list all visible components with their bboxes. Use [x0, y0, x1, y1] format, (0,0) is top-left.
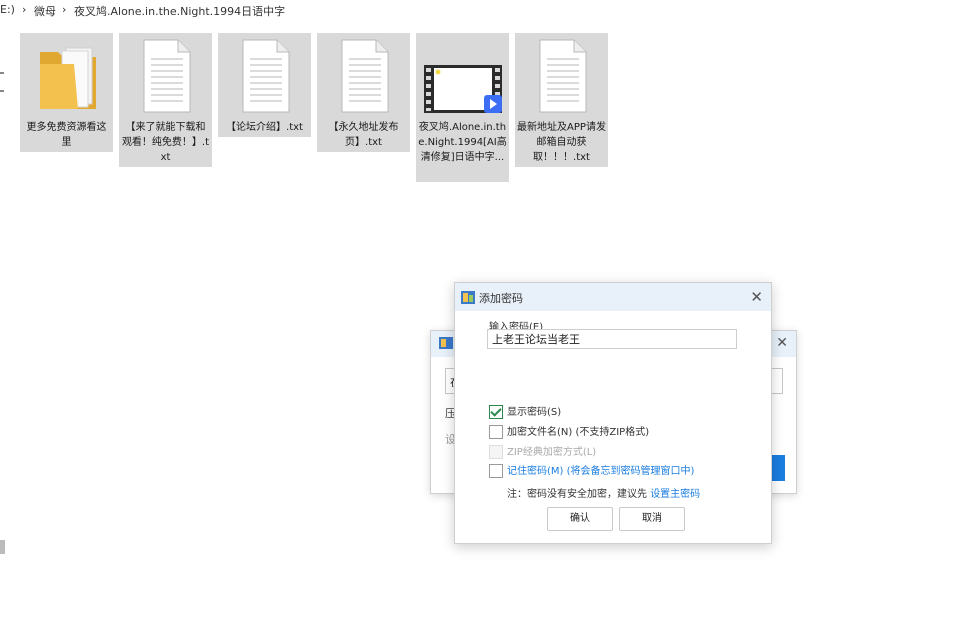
- checkbox-label: 加密文件名(N) (不支持ZIP格式): [507, 427, 650, 438]
- file-label: 【论坛介绍】.txt: [226, 122, 303, 133]
- file-item-txt[interactable]: 【来了就能下载和观看！纯免费！】.txt: [119, 33, 212, 167]
- remember-password-checkbox[interactable]: 记住密码(M) (将会备忘到密码管理窗口中): [489, 462, 694, 478]
- archive-app-icon: [461, 291, 475, 304]
- add-password-dialog: 添加密码 ✕ 输入密码(E) 上老王论坛当老王 显示密码(S) 加密文件名(N)…: [454, 282, 772, 544]
- file-item-txt[interactable]: 最新地址及APP请发邮箱自动获取！！！.txt: [515, 33, 608, 167]
- file-label: 【来了就能下载和观看！纯免费！】.txt: [121, 122, 210, 163]
- breadcrumb: E:) › 微母 › 夜叉鸠.Alone.in.the.Night.1994日语…: [0, 0, 960, 20]
- checkbox-disabled: [489, 445, 503, 459]
- file-item-txt[interactable]: 【论坛介绍】.txt: [218, 33, 311, 137]
- file-item-txt[interactable]: 【永久地址发布页】.txt: [317, 33, 410, 152]
- breadcrumb-separator: ›: [22, 3, 27, 16]
- checkbox-label: ZIP经典加密方式(L): [507, 447, 597, 458]
- start-button[interactable]: [771, 455, 785, 481]
- text-document-icon: [539, 39, 587, 113]
- archive-app-icon: [439, 337, 453, 349]
- checkbox[interactable]: [489, 464, 503, 478]
- scrollbar-thumb[interactable]: [0, 540, 5, 554]
- file-label: 最新地址及APP请发邮箱自动获取！！！.txt: [517, 122, 606, 163]
- checkbox[interactable]: [489, 425, 503, 439]
- breadcrumb-drive[interactable]: E:): [0, 3, 15, 16]
- close-icon[interactable]: ✕: [776, 335, 788, 351]
- text-document-icon: [242, 39, 290, 113]
- checkbox-label: 显示密码(S): [507, 407, 562, 418]
- file-item-folder[interactable]: 更多免费资源看这里: [20, 33, 113, 152]
- close-icon[interactable]: ✕: [750, 288, 763, 306]
- checkbox-label: 记住密码(M) (将会备忘到密码管理窗口中): [507, 466, 695, 477]
- folder-icon: [40, 47, 96, 109]
- file-item-video[interactable]: 夜叉鸠.Alone.in.the.Night.1994[AI高清修复]日语中字.…: [416, 33, 509, 182]
- text-document-icon: [143, 39, 191, 113]
- confirm-button[interactable]: 确认: [547, 507, 613, 531]
- zip-classic-encryption-checkbox: ZIP经典加密方式(L): [489, 443, 596, 459]
- set-master-password-link[interactable]: 设置主密码: [650, 489, 700, 500]
- video-file-icon: [424, 65, 502, 113]
- cancel-button[interactable]: 取消: [619, 507, 685, 531]
- file-label: 【永久地址发布页】.txt: [328, 122, 399, 148]
- encrypt-filenames-checkbox[interactable]: 加密文件名(N) (不支持ZIP格式): [489, 423, 649, 439]
- dialog-title: 添加密码: [479, 292, 523, 305]
- breadcrumb-folder[interactable]: 微母: [34, 3, 56, 19]
- text-document-icon: [341, 39, 389, 113]
- security-note: 注：密码没有安全加密，建议先 设置主密码: [507, 485, 700, 500]
- breadcrumb-separator: ›: [62, 3, 67, 16]
- file-label: 夜叉鸠.Alone.in.the.Night.1994[AI高清修复]日语中字.…: [418, 122, 507, 163]
- password-input[interactable]: 上老王论坛当老王: [487, 329, 737, 349]
- note-text: 注：密码没有安全加密，建议先: [507, 489, 647, 500]
- breadcrumb-current[interactable]: 夜叉鸠.Alone.in.the.Night.1994日语中字: [74, 3, 285, 19]
- file-label: 更多免费资源看这里: [26, 122, 107, 148]
- checkbox-checked[interactable]: [489, 405, 503, 419]
- nav-pane-edge: [0, 60, 6, 560]
- dialog-titlebar: 添加密码 ✕: [455, 283, 771, 311]
- show-password-checkbox[interactable]: 显示密码(S): [489, 403, 561, 419]
